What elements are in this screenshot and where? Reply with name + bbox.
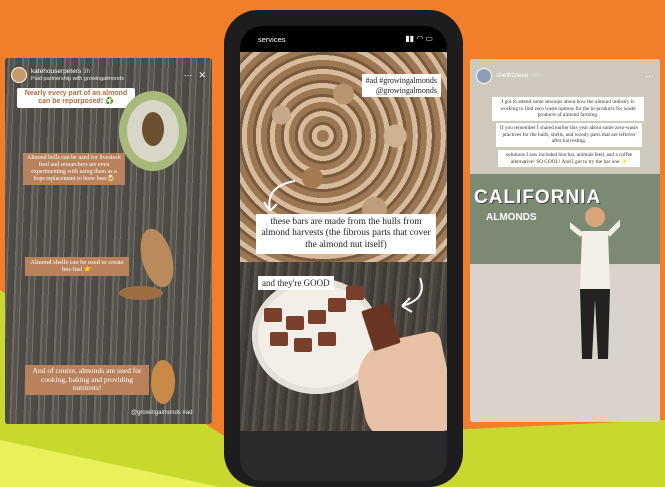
mention-line[interactable]: @growingalmonds [366, 86, 437, 96]
caption-shells: Almond shells can be used to create bio-… [25, 257, 129, 276]
avatar[interactable] [11, 67, 27, 83]
post-time: 46m [530, 72, 543, 80]
left-instagram-story[interactable]: katehouserpeters 3h Paid partnership wit… [5, 58, 212, 424]
good-caption: and they're GOOD [258, 276, 334, 290]
avatar[interactable] [476, 68, 492, 84]
more-icon[interactable]: ⋯ [183, 70, 192, 81]
right-story-header: shelbizleee 46m ⋯ [476, 64, 654, 88]
caption-hulls: Almond hulls can be used for livestock f… [23, 153, 125, 185]
caption-sessions: I got to attend some sessions about how … [492, 97, 644, 121]
phone-screen[interactable]: services ▮▮ ◠ ▭ #ad #growingalmonds @gro… [240, 26, 447, 431]
username[interactable]: katehouserpeters [31, 68, 81, 75]
caption-zero-waste: If you remember I shared earlier this ye… [496, 123, 642, 147]
almond-hull-image [119, 91, 187, 171]
more-icon[interactable]: ⋯ [645, 71, 654, 82]
phone-bezel-bottom [240, 431, 447, 481]
hashtag-line[interactable]: #ad #growingalmonds [366, 76, 437, 86]
bars-caption: these bars are made from the hulls from … [256, 214, 436, 255]
signal-wifi-battery-icon: ▮▮ ◠ ▭ [405, 34, 433, 43]
person-image [570, 207, 620, 359]
post-time: 3h [83, 68, 91, 76]
status-bar: services ▮▮ ◠ ▭ [240, 26, 447, 52]
right-instagram-story[interactable]: CALIFORNIA ALMONDS shelbizleee 46m ⋯ I g… [470, 59, 660, 422]
almond-nut-image [151, 360, 175, 404]
caption-cooking: And of course, almonds are used for cook… [25, 365, 149, 395]
arrow-doodle-icon [263, 180, 296, 212]
mention-tag[interactable]: @growingalmonds #ad [131, 410, 192, 416]
paid-partnership-label[interactable]: Paid partnership with growingalmonds [31, 76, 124, 82]
left-story-header: katehouserpeters 3h Paid partnership wit… [11, 63, 206, 87]
phone-mockup: services ▮▮ ◠ ▭ #ad #growingalmonds @gro… [224, 10, 463, 487]
hashtag-caption: #ad #growingalmonds @growingalmonds [361, 74, 441, 98]
caption-solutions: solutions I saw included biochar, animal… [498, 150, 640, 168]
arrow-doodle-icon [401, 277, 423, 313]
van-lettering-almonds: ALMONDS [486, 212, 537, 223]
close-icon[interactable]: ✕ [198, 70, 206, 81]
status-label: services [258, 35, 286, 44]
username[interactable]: shelbizleee [496, 72, 529, 79]
dynamic-island [310, 34, 374, 50]
